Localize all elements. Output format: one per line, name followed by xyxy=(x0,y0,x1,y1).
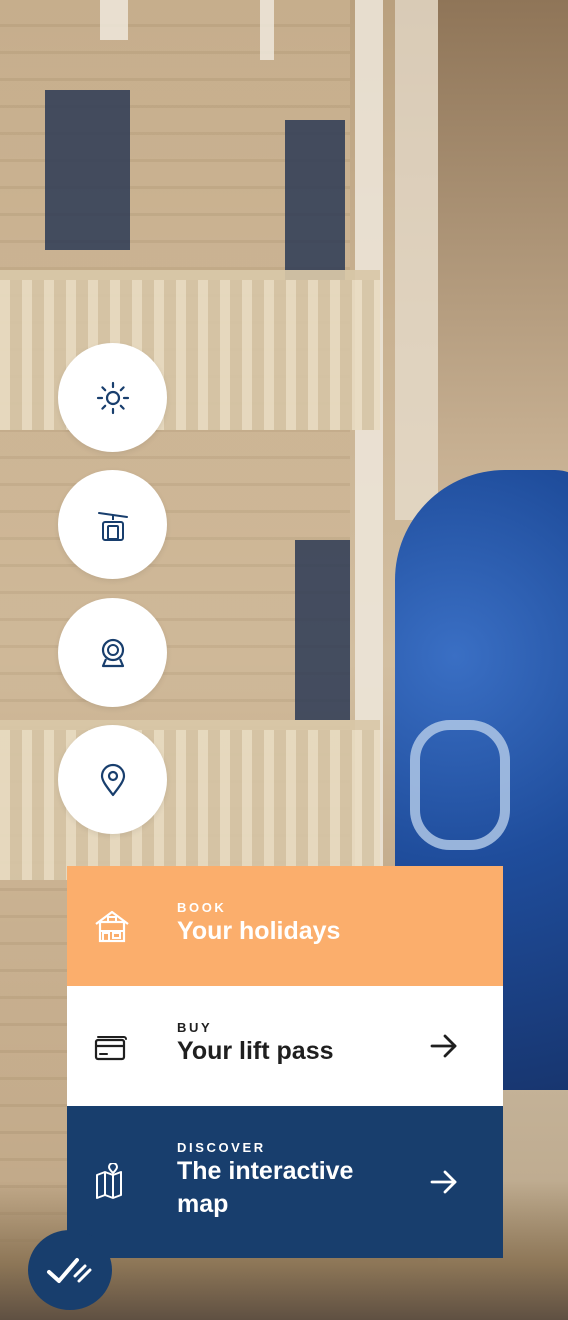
folded-map-icon xyxy=(93,1162,131,1201)
book-title: Your holidays xyxy=(177,917,341,945)
lifts-button[interactable] xyxy=(58,470,167,579)
buy-title: Your lift pass xyxy=(177,1037,334,1065)
discover-text: DISCOVER The interactive map xyxy=(177,1140,353,1221)
webcam-icon xyxy=(101,638,124,667)
map-pin-icon xyxy=(100,763,125,796)
chalet-icon xyxy=(93,907,131,945)
book-eyebrow: BOOK xyxy=(177,900,227,915)
discover-map-card[interactable]: DISCOVER The interactive map xyxy=(67,1106,503,1258)
gondola-lift-icon xyxy=(97,511,128,541)
arrow-right-icon[interactable] xyxy=(429,1031,459,1061)
discover-title-line2: map xyxy=(177,1190,229,1218)
buy-eyebrow: BUY xyxy=(177,1020,213,1035)
sun-icon xyxy=(96,381,129,414)
weather-button[interactable] xyxy=(58,343,167,452)
buy-text: BUY Your lift pass xyxy=(177,1020,334,1068)
buy-lift-pass-card[interactable]: BUY Your lift pass xyxy=(67,986,503,1106)
checklist-fab-button[interactable] xyxy=(28,1230,112,1310)
arrow-right-icon[interactable] xyxy=(429,1167,459,1197)
checklist-icon xyxy=(47,1258,92,1283)
book-text: BOOK Your holidays xyxy=(177,900,340,948)
discover-title-line1: The interactive xyxy=(177,1157,354,1185)
discover-eyebrow: DISCOVER xyxy=(177,1140,266,1155)
webcams-button[interactable] xyxy=(58,598,167,707)
card-icon xyxy=(93,1027,131,1065)
location-button[interactable] xyxy=(58,725,167,834)
book-holidays-card[interactable]: BOOK Your holidays xyxy=(67,866,503,986)
